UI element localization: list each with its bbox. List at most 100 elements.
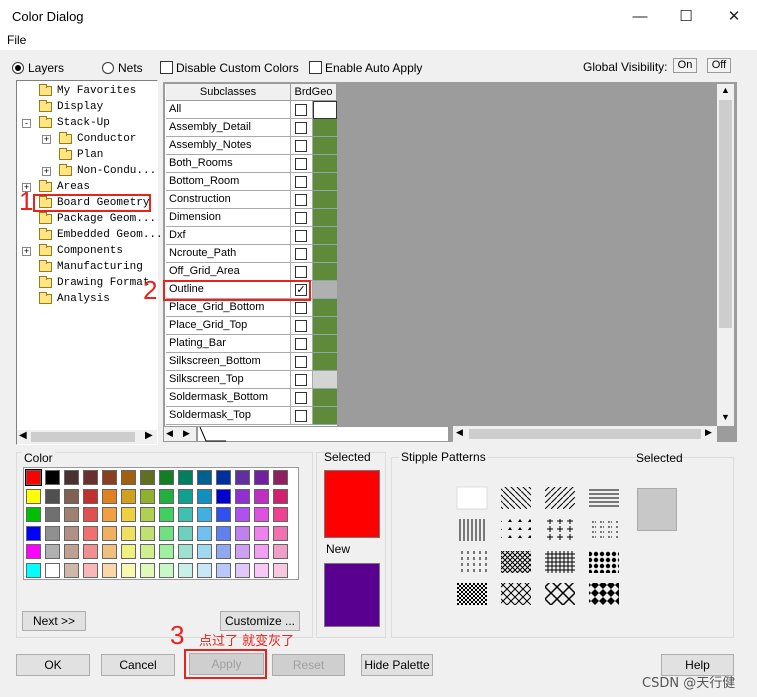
color-swatch[interactable] xyxy=(313,173,337,191)
tree-item[interactable]: Package Geom... xyxy=(39,211,156,227)
visibility-checkbox[interactable] xyxy=(295,194,307,206)
color-swatch[interactable] xyxy=(313,353,337,371)
visibility-checkbox[interactable] xyxy=(295,158,307,170)
palette-color[interactable] xyxy=(83,470,98,485)
expand-icon[interactable]: + xyxy=(42,135,51,144)
palette-color[interactable] xyxy=(83,525,98,541)
customize-button[interactable]: Customize ... xyxy=(220,611,300,631)
color-swatch[interactable] xyxy=(313,119,337,137)
grid-hscroll-thumb[interactable] xyxy=(469,429,701,439)
palette-color[interactable] xyxy=(45,488,60,504)
color-swatch[interactable] xyxy=(313,245,337,263)
palette-color[interactable] xyxy=(235,562,250,578)
visibility-checkbox[interactable] xyxy=(295,320,307,332)
tree-item[interactable]: Plan xyxy=(59,147,103,163)
expand-icon[interactable]: + xyxy=(42,167,51,176)
palette-color[interactable] xyxy=(102,525,117,541)
visibility-checkbox[interactable] xyxy=(295,212,307,224)
palette-color[interactable] xyxy=(83,544,98,559)
palette-color[interactable] xyxy=(64,488,79,504)
palette-color[interactable] xyxy=(25,469,42,486)
palette-color[interactable] xyxy=(64,470,79,485)
palette-color[interactable] xyxy=(26,562,41,578)
palette-color[interactable] xyxy=(273,470,288,485)
palette-color[interactable] xyxy=(216,562,231,578)
palette-color[interactable] xyxy=(64,562,79,578)
palette-color[interactable] xyxy=(216,525,231,541)
visibility-checkbox[interactable] xyxy=(295,104,307,116)
color-swatch[interactable] xyxy=(313,101,337,119)
tree-scroll-thumb[interactable] xyxy=(31,432,135,442)
color-swatch[interactable] xyxy=(313,317,337,335)
palette-color[interactable] xyxy=(273,525,288,541)
palette-color[interactable] xyxy=(102,470,117,485)
layers-radio[interactable] xyxy=(12,62,24,74)
palette-color[interactable] xyxy=(197,544,212,559)
palette-color[interactable] xyxy=(178,470,193,485)
visibility-checkbox[interactable] xyxy=(295,122,307,134)
visibility-checkbox[interactable] xyxy=(295,230,307,242)
palette-color[interactable] xyxy=(102,544,117,559)
color-swatch[interactable] xyxy=(313,299,337,317)
scroll-right-icon[interactable]: ▶ xyxy=(145,430,153,441)
scroll-up-icon[interactable]: ▲ xyxy=(721,85,730,95)
nets-radio[interactable] xyxy=(102,62,114,74)
palette-color[interactable] xyxy=(45,507,60,522)
palette-color[interactable] xyxy=(254,544,269,559)
scroll-right-icon[interactable]: ▶ xyxy=(183,428,190,439)
color-swatch[interactable] xyxy=(313,389,337,407)
visibility-checkbox[interactable] xyxy=(295,266,307,278)
palette-color[interactable] xyxy=(64,544,79,559)
palette-color[interactable] xyxy=(273,544,288,559)
palette-color[interactable] xyxy=(178,562,193,578)
palette-color[interactable] xyxy=(273,562,288,578)
reset-button[interactable]: Reset xyxy=(272,654,345,676)
palette-color[interactable] xyxy=(159,544,174,559)
color-swatch[interactable] xyxy=(313,407,337,425)
global-visibility-on-button[interactable]: On xyxy=(673,58,697,73)
visibility-checkbox[interactable] xyxy=(295,140,307,152)
visibility-checkbox[interactable] xyxy=(295,410,307,422)
collapse-icon[interactable]: - xyxy=(22,119,31,128)
palette-color[interactable] xyxy=(140,488,155,504)
grid-left-hscroll[interactable]: ◀ ▶ xyxy=(163,426,197,442)
color-swatch[interactable] xyxy=(313,227,337,245)
palette-color[interactable] xyxy=(45,525,60,541)
color-swatch[interactable] xyxy=(313,263,337,281)
tree-item[interactable]: My Favorites xyxy=(39,83,136,99)
palette-color[interactable] xyxy=(45,562,60,578)
palette-color[interactable] xyxy=(159,562,174,578)
palette-color[interactable] xyxy=(197,470,212,485)
color-swatch[interactable] xyxy=(313,335,337,353)
ok-button[interactable]: OK xyxy=(16,654,90,676)
enable-auto-apply-checkbox[interactable] xyxy=(309,61,322,74)
palette-color[interactable] xyxy=(121,525,136,541)
palette-color[interactable] xyxy=(216,488,231,504)
palette-color[interactable] xyxy=(26,488,41,504)
scroll-down-icon[interactable]: ▼ xyxy=(721,412,730,422)
visibility-checkbox[interactable] xyxy=(295,374,307,386)
palette-color[interactable] xyxy=(83,507,98,522)
tree-item[interactable]: Display xyxy=(39,99,103,115)
palette-color[interactable] xyxy=(121,470,136,485)
grid-right-hscroll[interactable]: ◀ ▶ xyxy=(453,426,717,442)
palette-color[interactable] xyxy=(159,507,174,522)
palette-color[interactable] xyxy=(140,507,155,522)
palette-color[interactable] xyxy=(273,488,288,504)
palette-color[interactable] xyxy=(121,488,136,504)
palette-color[interactable] xyxy=(235,525,250,541)
tree-hscrollbar[interactable]: ◀ ▶ xyxy=(17,430,157,444)
tree-item[interactable]: Embedded Geom... xyxy=(39,227,163,243)
palette-color[interactable] xyxy=(178,544,193,559)
cancel-button[interactable]: Cancel xyxy=(101,654,175,676)
palette-color[interactable] xyxy=(140,525,155,541)
color-swatch[interactable] xyxy=(313,137,337,155)
palette-color[interactable] xyxy=(254,488,269,504)
visibility-checkbox[interactable] xyxy=(295,356,307,368)
menu-file[interactable]: File xyxy=(7,33,26,47)
palette-color[interactable] xyxy=(64,507,79,522)
palette-color[interactable] xyxy=(254,470,269,485)
palette-color[interactable] xyxy=(45,544,60,559)
palette-color[interactable] xyxy=(197,525,212,541)
palette-color[interactable] xyxy=(235,544,250,559)
